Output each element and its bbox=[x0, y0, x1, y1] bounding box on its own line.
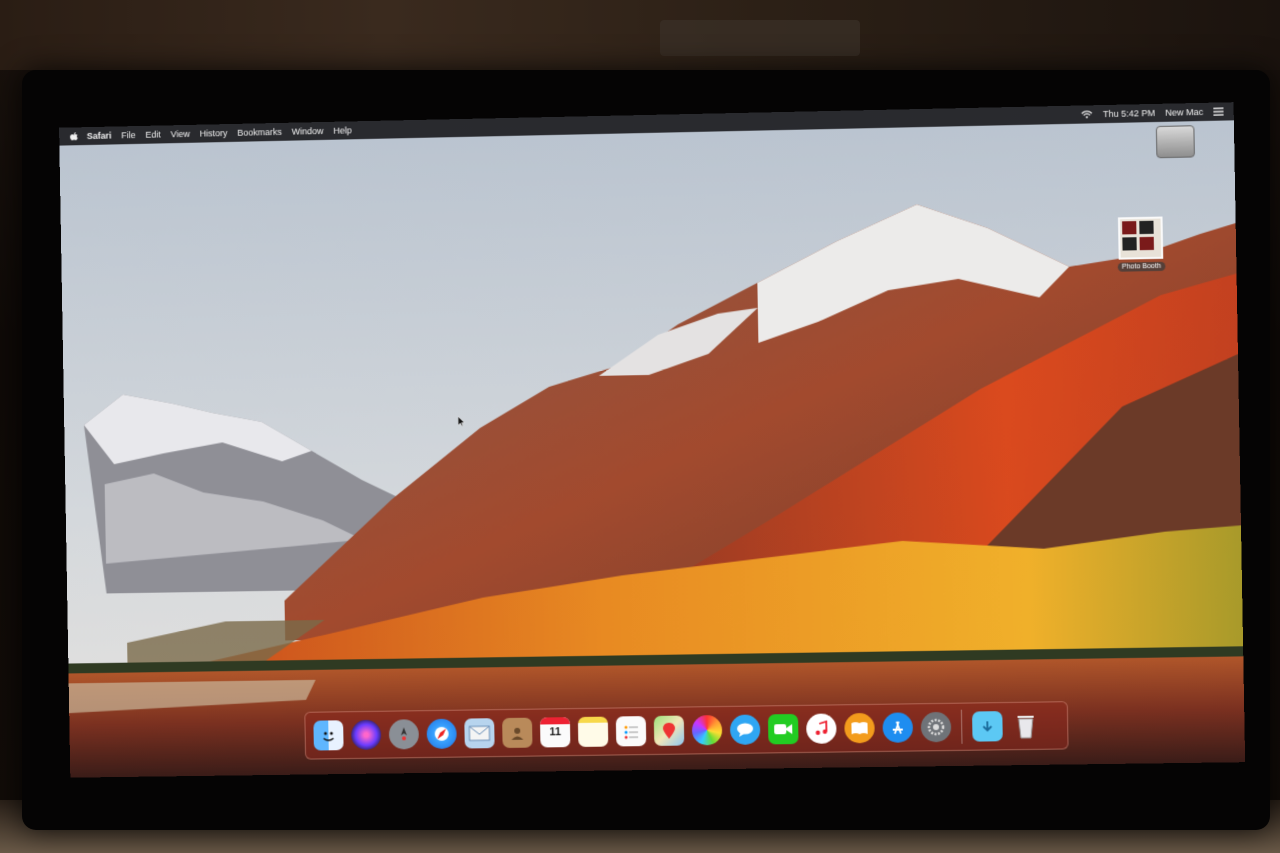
wifi-icon[interactable] bbox=[1081, 110, 1093, 119]
app-store-icon[interactable] bbox=[882, 712, 913, 743]
safari-icon[interactable] bbox=[426, 719, 456, 749]
ibooks-icon[interactable] bbox=[844, 713, 875, 743]
menu-file[interactable]: File bbox=[121, 130, 135, 140]
disk-label bbox=[1172, 161, 1180, 163]
photo-booth-icon bbox=[1118, 217, 1163, 260]
notification-center-icon[interactable] bbox=[1213, 107, 1223, 115]
reminders-icon[interactable] bbox=[616, 716, 646, 746]
trash-icon[interactable] bbox=[1010, 711, 1041, 742]
siri-icon[interactable] bbox=[351, 720, 381, 750]
desktop-wallpaper bbox=[59, 102, 1245, 777]
mail-icon[interactable] bbox=[464, 718, 494, 748]
menu-history[interactable]: History bbox=[200, 128, 228, 139]
menu-app-name[interactable]: Safari bbox=[87, 131, 112, 141]
messages-icon[interactable] bbox=[730, 714, 761, 744]
system-preferences-icon[interactable] bbox=[921, 712, 952, 743]
menu-view[interactable]: View bbox=[171, 129, 190, 139]
menu-clock[interactable]: Thu 5:42 PM bbox=[1103, 108, 1155, 119]
menu-bookmarks[interactable]: Bookmarks bbox=[237, 127, 282, 138]
calendar-icon[interactable]: 11 bbox=[540, 717, 570, 747]
menu-user-name[interactable]: New Mac bbox=[1165, 107, 1203, 118]
room-shelf bbox=[660, 20, 860, 56]
itunes-icon[interactable] bbox=[806, 713, 837, 743]
photos-icon[interactable] bbox=[692, 715, 723, 745]
desktop-photo-item[interactable]: Photo Booth bbox=[1117, 216, 1165, 271]
photo-booth-label: Photo Booth bbox=[1118, 262, 1165, 272]
contacts-icon[interactable] bbox=[502, 718, 532, 748]
notes-icon[interactable] bbox=[578, 717, 608, 747]
room-background-top bbox=[0, 0, 1280, 70]
downloads-folder-icon[interactable] bbox=[972, 711, 1003, 742]
menu-help[interactable]: Help bbox=[333, 125, 352, 135]
mouse-cursor-icon bbox=[458, 416, 466, 426]
menu-bar-status: Thu 5:42 PM New Mac bbox=[1081, 106, 1234, 119]
calendar-day: 11 bbox=[540, 726, 570, 738]
screen: Safari File Edit View History Bookmarks … bbox=[59, 102, 1245, 777]
maps-icon[interactable] bbox=[654, 716, 685, 746]
apple-menu-icon[interactable] bbox=[69, 131, 79, 141]
dock-separator bbox=[961, 710, 963, 744]
facetime-icon[interactable] bbox=[768, 714, 799, 744]
finder-icon[interactable] bbox=[313, 720, 343, 750]
menu-window[interactable]: Window bbox=[292, 126, 324, 137]
hard-disk-icon bbox=[1156, 125, 1195, 158]
dock: 11 bbox=[304, 701, 1068, 759]
launchpad-icon[interactable] bbox=[389, 719, 419, 749]
desktop-disk-item[interactable] bbox=[1156, 125, 1195, 163]
menu-edit[interactable]: Edit bbox=[145, 130, 160, 140]
